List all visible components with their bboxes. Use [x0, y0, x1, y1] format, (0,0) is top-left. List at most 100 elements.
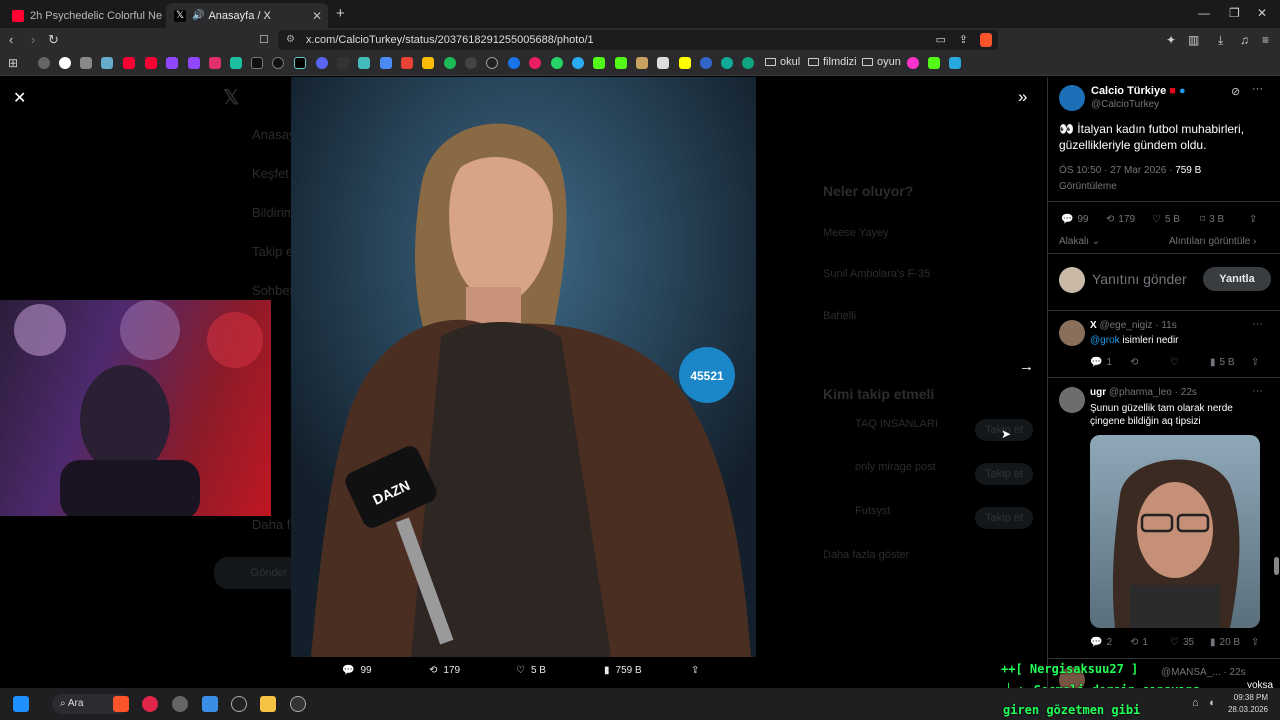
twitch-icon[interactable] — [188, 57, 200, 69]
reply-button[interactable]: 💬 99 — [1061, 214, 1089, 225]
gmail-icon[interactable] — [401, 57, 413, 69]
share-button[interactable]: ⇪ — [1249, 214, 1257, 225]
bookmark-folder-oyun[interactable]: oyun — [862, 56, 901, 68]
bookmark-icon[interactable] — [358, 57, 370, 69]
youtube-icon[interactable] — [123, 57, 135, 69]
reply-time[interactable]: 11s — [1161, 320, 1176, 331]
more-options-icon[interactable]: ··· — [1252, 385, 1263, 397]
kick-icon[interactable] — [615, 57, 627, 69]
reply-submit-button[interactable]: Yanıtla — [1203, 267, 1271, 291]
bookmark-folder-filmdizi[interactable]: filmdizi — [808, 56, 857, 68]
media-views-button[interactable]: ▮ 759 B — [604, 665, 642, 676]
github-icon[interactable] — [486, 57, 498, 69]
bookmark-icon[interactable] — [337, 57, 349, 69]
reply-repost-button[interactable]: ⟲ 1 — [1130, 637, 1148, 648]
twitch-icon[interactable] — [166, 57, 178, 69]
sidebar-icon[interactable]: ▥ — [1188, 33, 1199, 47]
docs-icon[interactable] — [380, 57, 392, 69]
menu-icon[interactable]: ≡ — [1262, 33, 1269, 47]
kick-icon[interactable] — [928, 57, 940, 69]
bookmark-icon[interactable] — [907, 57, 919, 69]
reply-share-button[interactable]: ⇪ — [1251, 357, 1259, 368]
media-like-button[interactable]: ♡ 5 B — [516, 665, 546, 676]
reply-author-name[interactable]: X — [1090, 320, 1097, 331]
reply-repost-button[interactable]: ⟲ — [1130, 357, 1138, 368]
google-icon[interactable] — [59, 57, 71, 69]
threads-icon[interactable] — [272, 57, 284, 69]
bookmark-folder-okul[interactable]: okul — [765, 56, 800, 68]
bookmark-icon[interactable] — [101, 57, 113, 69]
whatsapp-icon[interactable] — [551, 57, 563, 69]
app-icon[interactable] — [231, 696, 247, 712]
tiktok-icon[interactable] — [294, 57, 306, 69]
bookmark-icon[interactable] — [721, 57, 733, 69]
reply-like-button[interactable]: ♡ — [1170, 357, 1179, 368]
next-photo-icon[interactable]: → — [1019, 358, 1034, 375]
view-quotes-link[interactable]: Alıntıları görüntüle › — [1169, 236, 1256, 247]
author-avatar[interactable] — [1059, 85, 1085, 111]
tab-youtube[interactable]: 2h Psychedelic Colorful Neon Backgr — [4, 3, 162, 28]
reply-author-avatar[interactable] — [1059, 387, 1085, 413]
reply-share-button[interactable]: ⇪ — [1251, 637, 1259, 648]
media-player-icon[interactable] — [142, 696, 158, 712]
tab-x-home[interactable]: 𝕏 🔊 Anasayfa / X ✕ — [166, 3, 328, 28]
brave-icon[interactable] — [113, 696, 129, 712]
reply-author-name[interactable]: ugr — [1090, 387, 1106, 398]
like-button[interactable]: ♡ 5 B — [1152, 214, 1180, 225]
reply-author-handle[interactable]: @MANSA_... — [1161, 667, 1221, 678]
clock-time[interactable]: 09:38 PM — [1226, 693, 1268, 702]
mention-link[interactable]: @grok — [1090, 335, 1120, 346]
media-reply-button[interactable]: 💬 99 — [342, 665, 372, 676]
bookmark-icon[interactable] — [657, 57, 669, 69]
reply-reply-button[interactable]: 💬 2 — [1090, 637, 1112, 648]
reply-image[interactable] — [1090, 435, 1260, 628]
extensions-icon[interactable]: ✦ — [1166, 33, 1176, 47]
app-icon[interactable] — [172, 696, 188, 712]
bookmark-icon[interactable] — [465, 57, 477, 69]
post-photo[interactable]: 45521 DAZN — [291, 77, 756, 657]
bookmark-icon[interactable] — [700, 57, 712, 69]
bookmark-icon[interactable] — [949, 57, 961, 69]
drive-icon[interactable] — [422, 57, 434, 69]
bookmark-icon[interactable] — [508, 57, 520, 69]
close-tab-icon[interactable]: ✕ — [312, 9, 322, 23]
grok-icon[interactable]: ⊘ — [1231, 85, 1240, 98]
app-icon[interactable] — [290, 696, 306, 712]
cast-icon[interactable]: ▭ — [936, 30, 946, 50]
media-icon[interactable]: ♫ — [1240, 33, 1249, 47]
reply-input[interactable]: Yanıtını gönder — [1092, 271, 1187, 287]
youtube-icon[interactable] — [145, 57, 157, 69]
media-repost-button[interactable]: ⟲ 179 — [429, 665, 460, 676]
author-handle[interactable]: @CalcioTurkey — [1091, 99, 1159, 110]
telegram-icon[interactable] — [572, 57, 584, 69]
file-explorer-icon[interactable] — [260, 696, 276, 712]
forward-icon[interactable]: › — [31, 32, 35, 47]
share-icon[interactable]: ⇪ — [959, 30, 968, 50]
close-viewer-icon[interactable]: ✕ — [13, 88, 26, 108]
sort-dropdown[interactable]: Alakalı ⌄ — [1059, 236, 1100, 247]
bookmark-icon[interactable] — [636, 57, 648, 69]
discord-icon[interactable] — [316, 57, 328, 69]
brave-shields-icon[interactable] — [980, 33, 992, 47]
bookmark-icon[interactable] — [230, 57, 242, 69]
more-options-icon[interactable]: ··· — [1252, 83, 1263, 95]
more-options-icon[interactable]: ··· — [1252, 318, 1263, 330]
author-name[interactable]: Calcio Türkiye ■ ● — [1091, 85, 1186, 97]
reply-time[interactable]: 22s — [1230, 667, 1246, 678]
spotify-icon[interactable] — [444, 57, 456, 69]
reply-reply-button[interactable]: 💬 1 — [1090, 357, 1112, 368]
close-window-button[interactable]: ✕ — [1257, 6, 1267, 20]
reload-icon[interactable]: ↻ — [48, 32, 59, 48]
download-icon[interactable]: ⤓ — [1218, 33, 1223, 48]
network-icon[interactable]: ⌂ — [1192, 697, 1199, 709]
repost-button[interactable]: ⟲ 179 — [1106, 214, 1135, 225]
back-icon[interactable]: ‹ — [9, 32, 13, 47]
reply-author-handle[interactable]: @pharma_leo — [1109, 387, 1172, 398]
photos-icon[interactable] — [202, 696, 218, 712]
bookmark-icon[interactable] — [80, 57, 92, 69]
collapse-panel-icon[interactable]: » — [1018, 87, 1027, 107]
bookmark-icon[interactable] — [679, 57, 691, 69]
restore-button[interactable]: ❐ — [1229, 6, 1240, 20]
kick-icon[interactable] — [593, 57, 605, 69]
x-logo-icon[interactable] — [251, 57, 263, 69]
